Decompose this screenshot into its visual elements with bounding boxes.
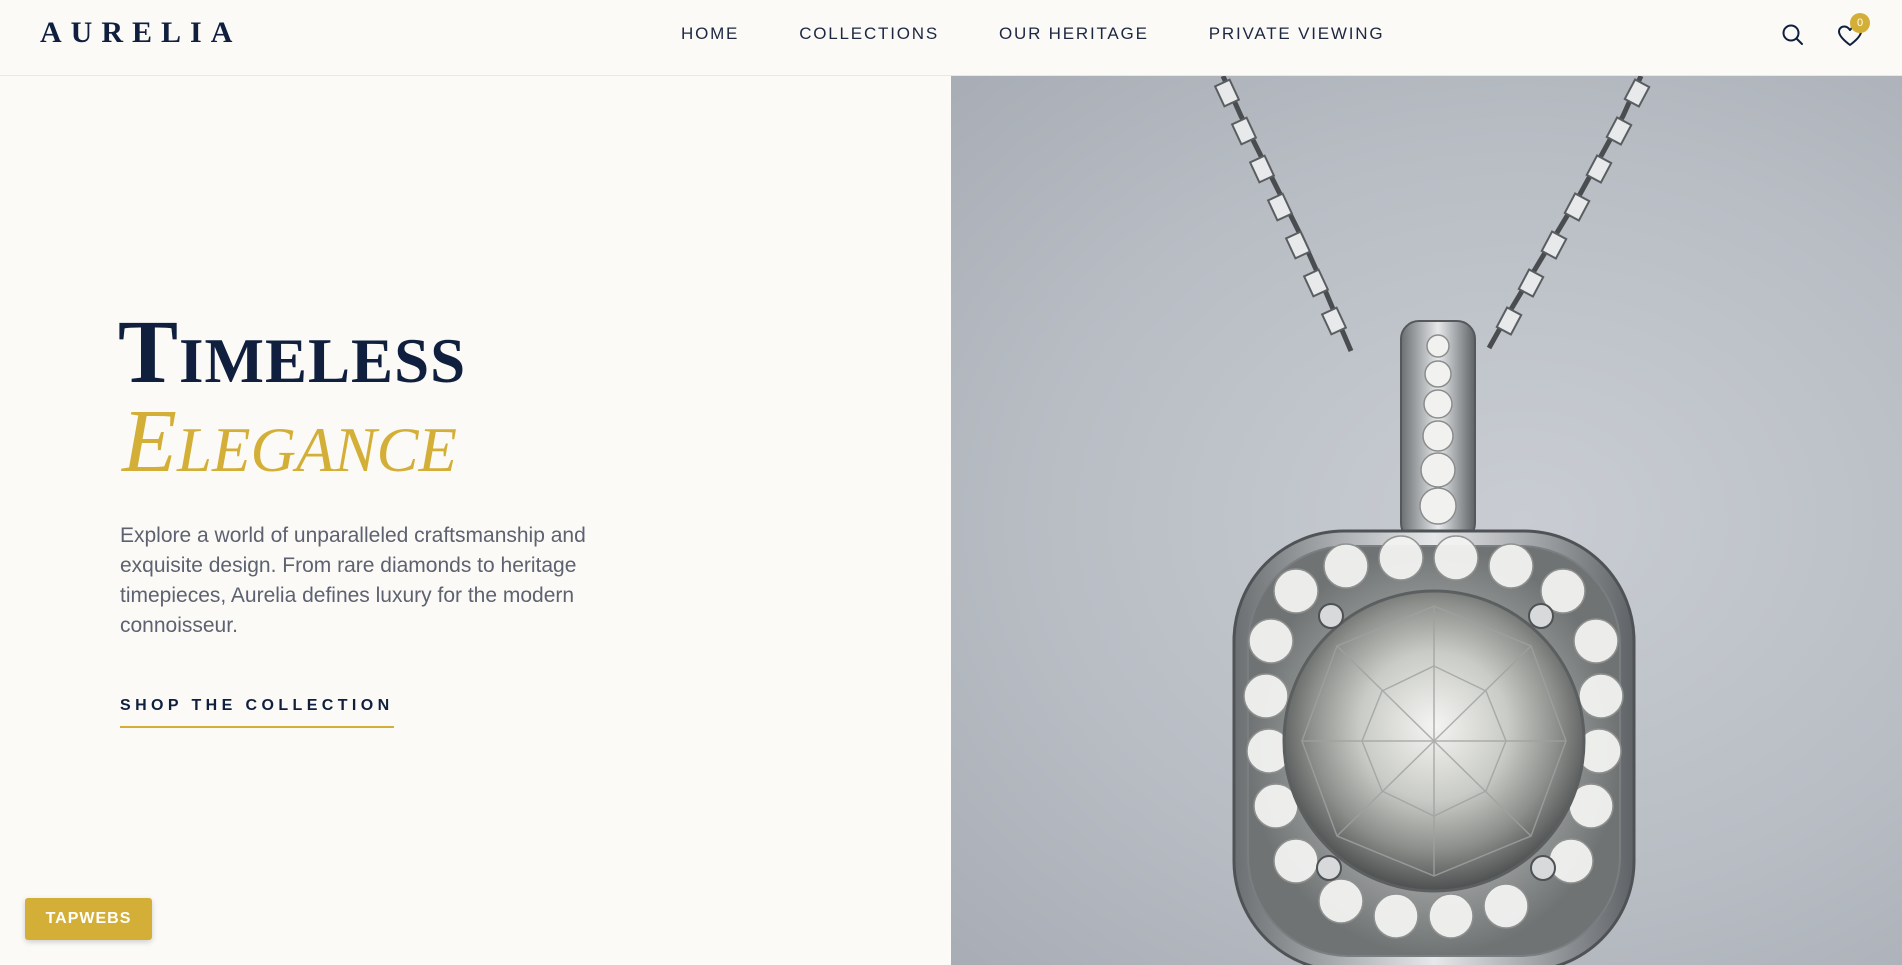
diamond-pendant-image xyxy=(1213,76,1651,965)
search-icon xyxy=(1782,24,1803,45)
search-button[interactable] xyxy=(1780,22,1806,48)
hero-description: Explore a world of unparalleled craftsma… xyxy=(120,524,586,637)
wishlist-count-badge: 0 xyxy=(1850,13,1870,33)
brand-logo[interactable]: AURELIA xyxy=(40,16,241,50)
main-nav: HOME COLLECTIONS OUR HERITAGE PRIVATE VI… xyxy=(681,24,1384,44)
nav-item-our-heritage[interactable]: OUR HERITAGE xyxy=(999,24,1149,44)
hero-title-line2: Elegance xyxy=(122,392,457,491)
nav-item-home[interactable]: HOME xyxy=(681,24,739,44)
hero-image xyxy=(951,76,1902,965)
shop-collection-link[interactable]: SHOP THE COLLECTION xyxy=(120,697,394,728)
hero-title-line1: Timeless xyxy=(118,303,467,402)
site-header: AURELIA HOME COLLECTIONS OUR HERITAGE PR… xyxy=(0,0,1902,76)
tapwebs-button[interactable]: TAPWEBS xyxy=(25,898,152,940)
nav-item-collections[interactable]: COLLECTIONS xyxy=(799,24,939,44)
nav-item-private-viewing[interactable]: PRIVATE VIEWING xyxy=(1209,24,1385,44)
